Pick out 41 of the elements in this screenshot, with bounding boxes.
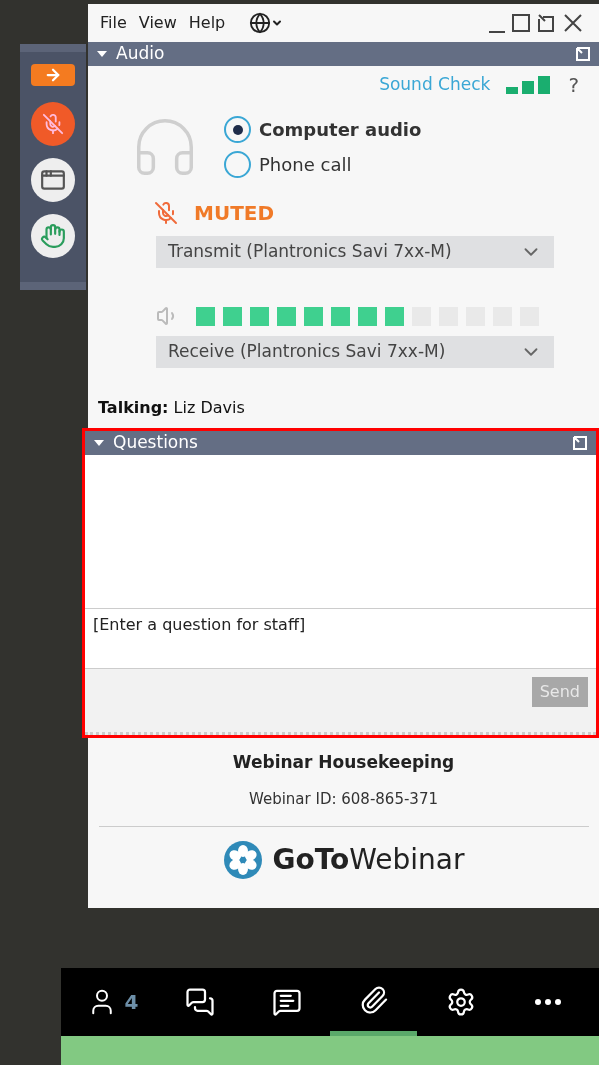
raise-hand-button[interactable] <box>31 214 75 258</box>
collapse-icon <box>96 50 108 58</box>
audio-option[interactable]: Computer audio <box>224 116 422 143</box>
popout-icon[interactable] <box>572 435 588 451</box>
panel-title: Audio <box>116 42 166 66</box>
window-icon <box>40 167 66 193</box>
logo-icon <box>222 839 265 881</box>
signal-icon <box>506 76 553 94</box>
question-input[interactable]: [Enter a question for staff] <box>85 609 596 669</box>
help-icon[interactable]: ? <box>568 70 579 100</box>
chat-icon <box>184 987 215 1017</box>
radio-button[interactable] <box>224 116 251 143</box>
logo-text: GoToWebinar <box>272 842 465 878</box>
mic-off-icon <box>42 113 64 135</box>
more-icon <box>534 999 561 1005</box>
receive-dropdown[interactable]: Receive (Plantronics Savi 7xx-M) <box>156 336 554 368</box>
mic-muted-icon <box>154 201 178 225</box>
popout-icon[interactable] <box>575 46 591 62</box>
webinar-title: Webinar Housekeeping <box>232 751 455 774</box>
mute-button[interactable] <box>31 102 75 146</box>
globe-icon <box>249 12 272 34</box>
arrow-icon <box>44 66 62 84</box>
language-menu[interactable] <box>249 12 284 34</box>
hand-icon <box>40 223 66 249</box>
menu-item[interactable]: Help <box>188 11 226 35</box>
webinar-id: Webinar ID: 608-865-371 <box>249 788 438 810</box>
audio-option[interactable]: Phone call <box>224 151 422 178</box>
screen-button[interactable] <box>31 158 75 202</box>
audio-header[interactable]: Audio <box>88 42 599 66</box>
questions-header[interactable]: Questions <box>85 431 596 455</box>
mute-status: MUTED <box>194 200 275 227</box>
question-icon <box>271 987 302 1017</box>
menu-item[interactable]: View <box>138 11 177 35</box>
collapse-icon <box>93 439 105 447</box>
toolbar-tab[interactable]: 4 <box>69 968 156 1036</box>
menu-item[interactable]: File <box>100 11 127 35</box>
panel-title: Questions <box>113 431 199 455</box>
talking-label: Talking: Liz Davis <box>98 397 246 419</box>
radio-button[interactable] <box>224 151 251 178</box>
transmit-dropdown[interactable]: Transmit (Plantronics Savi 7xx-M) <box>156 236 554 268</box>
arrow-button[interactable] <box>31 64 75 86</box>
